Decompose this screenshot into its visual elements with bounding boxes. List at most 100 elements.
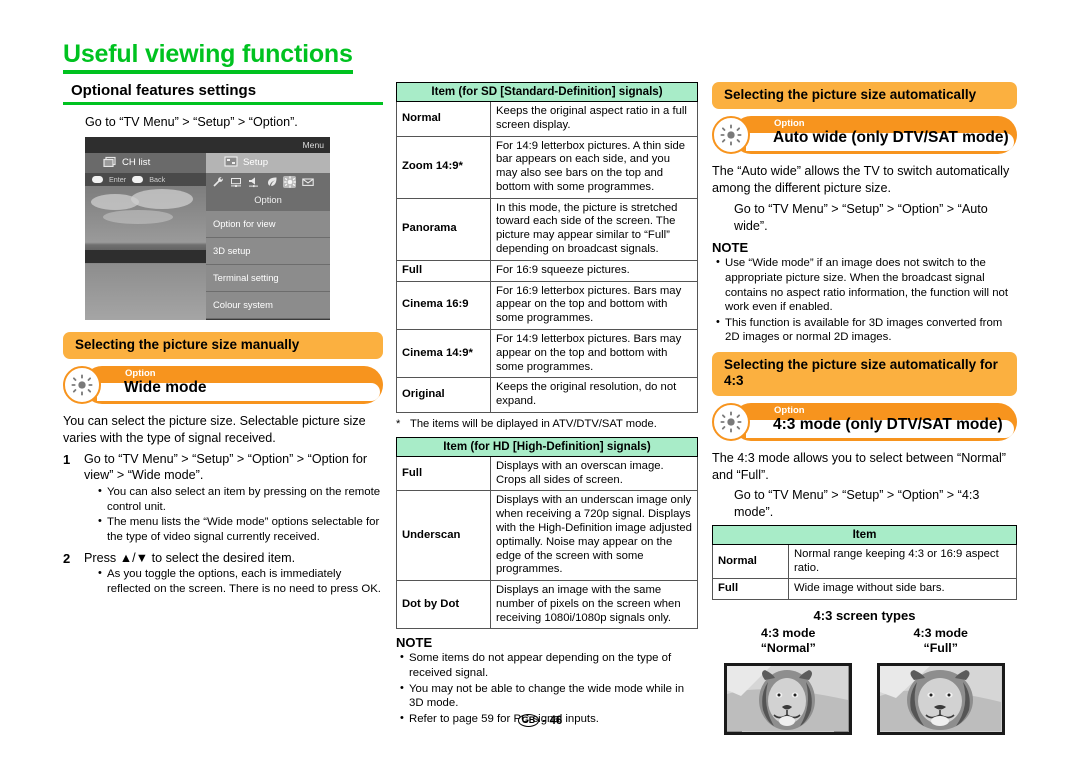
ch-list-icon xyxy=(103,156,117,170)
speaker-icon[interactable] xyxy=(247,176,260,188)
section-heading-optional-features: Optional features settings xyxy=(71,82,257,99)
footnote-text: The items will be diplayed in ATV/DTV/SA… xyxy=(410,417,657,430)
bullet-item: The menu lists the “Wide mode” options s… xyxy=(98,514,383,544)
row-value: Keeps the original aspect ratio in a ful… xyxy=(490,101,698,137)
table-row: Zoom 14:9* For 14:9 letterbox pictures. … xyxy=(396,135,698,199)
tv-menu-screenshot: Menu CH list Setup Enter Back Option Opt… xyxy=(85,136,330,320)
title-divider xyxy=(63,70,353,74)
tab-ch-list-label: CH list xyxy=(122,157,151,169)
tv-menu-item[interactable]: Option for view xyxy=(206,210,330,238)
option-badge-auto-wide: Option Auto wide (only DTV/SAT mode) xyxy=(712,116,1017,155)
page-footer: GB - 46 xyxy=(0,714,1080,727)
row-value: In this mode, the picture is stretched t… xyxy=(490,197,698,261)
table-row: Panorama In this mode, the picture is st… xyxy=(396,197,698,261)
option-badge-wide-mode: Option Wide mode xyxy=(63,366,383,405)
option-badge-label: Option xyxy=(125,368,156,380)
sd-table-header: Item (for SD [Standard-Definition] signa… xyxy=(396,82,698,102)
step-1-number: 1 xyxy=(63,451,71,467)
wide-mode-description: You can select the picture size. Selecta… xyxy=(63,414,366,445)
row-value: Wide image without side bars. xyxy=(788,578,1017,601)
table-row: Normal Keeps the original aspect ratio i… xyxy=(396,101,698,137)
option-badge-title: 4:3 mode (only DTV/SAT mode) xyxy=(773,415,1003,433)
tab-ch-list[interactable]: CH list xyxy=(85,152,224,173)
left-column: Optional features settings Go to “TV Men… xyxy=(63,82,383,597)
tv-menu-icon-caption: Option xyxy=(254,193,282,205)
gear-icon[interactable] xyxy=(283,175,296,188)
step-2: 2 Press ▲/▼ to select the desired item. … xyxy=(63,550,383,597)
table-row: Cinema 16:9 For 16:9 letterbox pictures.… xyxy=(396,280,698,330)
tv-menu-topbar: Menu xyxy=(85,136,330,153)
band-selecting-automatically: Selecting the picture size automatically xyxy=(712,82,1017,110)
step-1-bullets: You can also select an item by pressing … xyxy=(84,484,383,544)
row-key: Zoom 14:9* xyxy=(396,135,491,199)
setup-icon xyxy=(224,156,238,170)
band-selecting-manually: Selecting the picture size manually xyxy=(63,331,383,360)
table-row: Normal Normal range keeping 4:3 or 16:9 … xyxy=(712,543,1017,580)
note-item: This function is available for 3D images… xyxy=(716,315,1017,345)
monitor-icon[interactable] xyxy=(229,176,242,188)
row-key: Dot by Dot xyxy=(396,580,491,630)
table-row: Dot by Dot Displays an image with the sa… xyxy=(396,580,698,630)
tv-menu-key-hints: Enter Back xyxy=(85,172,213,186)
table-row: Full For 16:9 squeeze pictures. xyxy=(396,259,698,282)
row-key: Normal xyxy=(396,101,491,137)
manual-page: Useful viewing functions Optional featur… xyxy=(0,0,1080,763)
step-1: 1 Go to “TV Menu” > “Setup” > “Option” >… xyxy=(63,451,383,545)
page-title: Useful viewing functions xyxy=(63,40,353,68)
note-item: Use “Wide mode” if an image does not swi… xyxy=(716,255,1017,314)
screen-type-caption: 4:3 mode “Normal” xyxy=(717,626,860,656)
row-key: Panorama xyxy=(396,197,491,261)
section-divider xyxy=(63,102,383,105)
bullet-item: As you toggle the options, each is immed… xyxy=(98,566,383,596)
tv-menu-item-list: Option for view 3D setup Terminal settin… xyxy=(206,210,330,319)
wrench-icon[interactable] xyxy=(211,176,224,188)
row-key: Cinema 14:9* xyxy=(396,328,491,379)
row-key: Full xyxy=(396,455,491,492)
tv-preview-photo xyxy=(85,185,206,320)
row-key: Full xyxy=(712,578,789,601)
row-value: For 14:9 letterbox pictures. Bars may ap… xyxy=(490,328,698,379)
mid-note-heading: NOTE xyxy=(396,635,433,651)
row-key: Full xyxy=(396,259,491,282)
row-value: Displays with an overscan image. Crops a… xyxy=(490,455,698,492)
hint-back-label: Back xyxy=(149,174,166,184)
envelope-icon[interactable] xyxy=(301,176,314,188)
row-value: For 14:9 letterbox pictures. A thin side… xyxy=(490,135,698,199)
tab-setup[interactable]: Setup xyxy=(206,152,330,173)
step-1-text: Go to “TV Menu” > “Setup” > “Option” > “… xyxy=(84,451,368,483)
step-2-text: Press ▲/▼ to select the desired item. xyxy=(84,550,296,565)
enter-key-icon xyxy=(92,175,103,183)
tv-menu-item[interactable]: Colour system xyxy=(206,291,330,319)
row-value: For 16:9 letterbox pictures. Bars may ap… xyxy=(490,280,698,330)
table-row: Underscan Displays with an underscan ima… xyxy=(396,490,698,582)
option-badge-43-mode: Option 4:3 mode (only DTV/SAT mode) xyxy=(712,402,1017,441)
tv-menu-item[interactable]: Terminal setting xyxy=(206,264,330,292)
tv-menu-item[interactable]: 3D setup xyxy=(206,237,330,265)
cloud-shape xyxy=(131,188,193,209)
row-value: Keeps the original resolution, do not ex… xyxy=(490,377,698,413)
option-gear-icon xyxy=(712,402,750,441)
table-row: Cinema 14:9* For 14:9 letterbox pictures… xyxy=(396,328,698,379)
screen-type-caption: 4:3 mode “Full” xyxy=(869,626,1012,656)
row-key: Original xyxy=(396,377,491,413)
leaf-icon[interactable] xyxy=(265,176,278,188)
caption-line-1: 4:3 mode xyxy=(913,626,968,641)
table-row: Full Displays with an overscan image. Cr… xyxy=(396,455,698,492)
row-key: Cinema 16:9 xyxy=(396,280,491,330)
step-2-bullets: As you toggle the options, each is immed… xyxy=(84,566,383,596)
caption-line-2: “Normal” xyxy=(760,641,816,656)
row-value: Displays an image with the same number o… xyxy=(490,580,698,630)
option-gear-icon xyxy=(63,366,101,405)
auto-note-heading: NOTE xyxy=(712,240,749,256)
sd-table-footnote: * The items will be diplayed in ATV/DTV/… xyxy=(396,417,698,431)
region-mark: GB xyxy=(517,714,540,727)
auto-wide-description: The “Auto wide” allows the TV to switch … xyxy=(712,164,1010,196)
row-key: Underscan xyxy=(396,490,491,582)
sd-signals-table: Item (for SD [Standard-Definition] signa… xyxy=(396,82,698,413)
treeline-shape xyxy=(85,250,206,264)
row-value: Displays with an underscan image only wh… xyxy=(490,490,698,582)
43-mode-goto: Go to “TV Menu” > “Setup” > “Option” > “… xyxy=(734,488,980,520)
middle-column: Item (for SD [Standard-Definition] signa… xyxy=(396,82,698,727)
hd-table-header: Item (for HD [High-Definition] signals) xyxy=(396,436,698,457)
row-value: For 16:9 squeeze pictures. xyxy=(490,259,698,282)
